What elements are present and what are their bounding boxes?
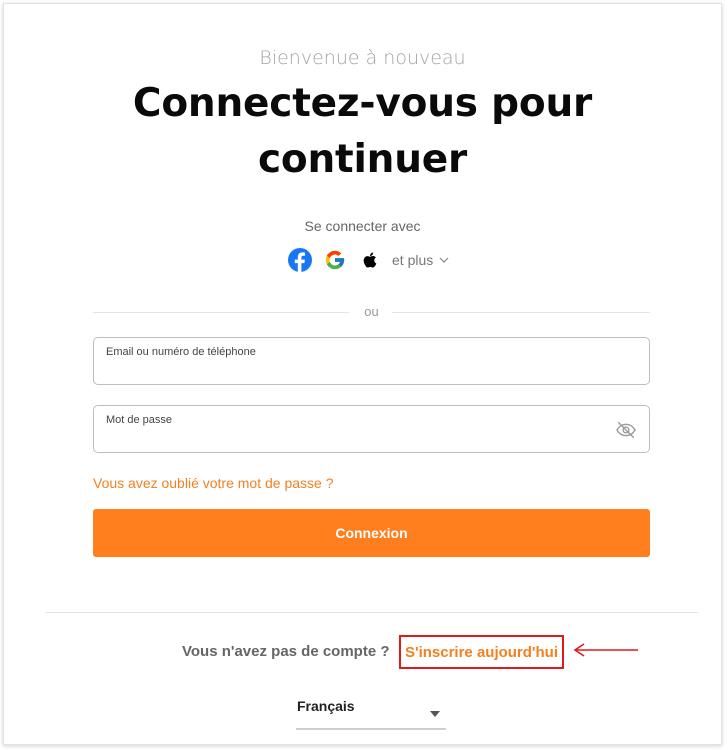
forgot-password-link[interactable]: Vous avez oublié votre mot de passe ? (93, 475, 333, 491)
chevron-down-icon (439, 257, 449, 263)
password-field[interactable]: Mot de passe (93, 405, 650, 453)
footer-separator (45, 612, 698, 613)
signup-link[interactable]: S'inscrire aujourd'hui (399, 635, 564, 669)
login-card: Bienvenue à nouveau Connectez-vous pour … (3, 3, 722, 745)
divider-line-right (392, 312, 650, 313)
more-providers-label: et plus (392, 252, 434, 268)
email-field-label: Email ou numéro de téléphone (106, 346, 256, 358)
caret-down-icon (429, 705, 441, 723)
page-title: Connectez-vous pour continuer (4, 76, 721, 188)
eye-off-icon[interactable] (615, 420, 637, 445)
more-providers-dropdown[interactable]: et plus (392, 252, 449, 268)
email-input[interactable] (105, 361, 605, 379)
password-input[interactable] (105, 429, 605, 447)
facebook-icon[interactable] (288, 248, 312, 272)
no-account-text: Vous n'avez pas de compte ? (182, 643, 390, 660)
language-select[interactable]: Français (296, 694, 446, 730)
language-select-value: Français (297, 698, 355, 714)
apple-icon[interactable] (358, 248, 382, 272)
page-title-line-2: continuer (257, 137, 468, 182)
email-field[interactable]: Email ou numéro de téléphone (93, 337, 650, 385)
social-login-options: et plus (288, 247, 449, 273)
or-divider: ou (93, 304, 650, 320)
arrow-left-icon (573, 641, 639, 664)
page-title-line-1: Connectez-vous pour (132, 81, 593, 126)
social-login-label: Se connecter avec (304, 218, 421, 234)
password-field-label: Mot de passe (106, 414, 173, 426)
google-icon[interactable] (323, 248, 347, 272)
login-button[interactable]: Connexion (93, 509, 650, 557)
welcome-text: Bienvenue à nouveau (259, 47, 466, 69)
